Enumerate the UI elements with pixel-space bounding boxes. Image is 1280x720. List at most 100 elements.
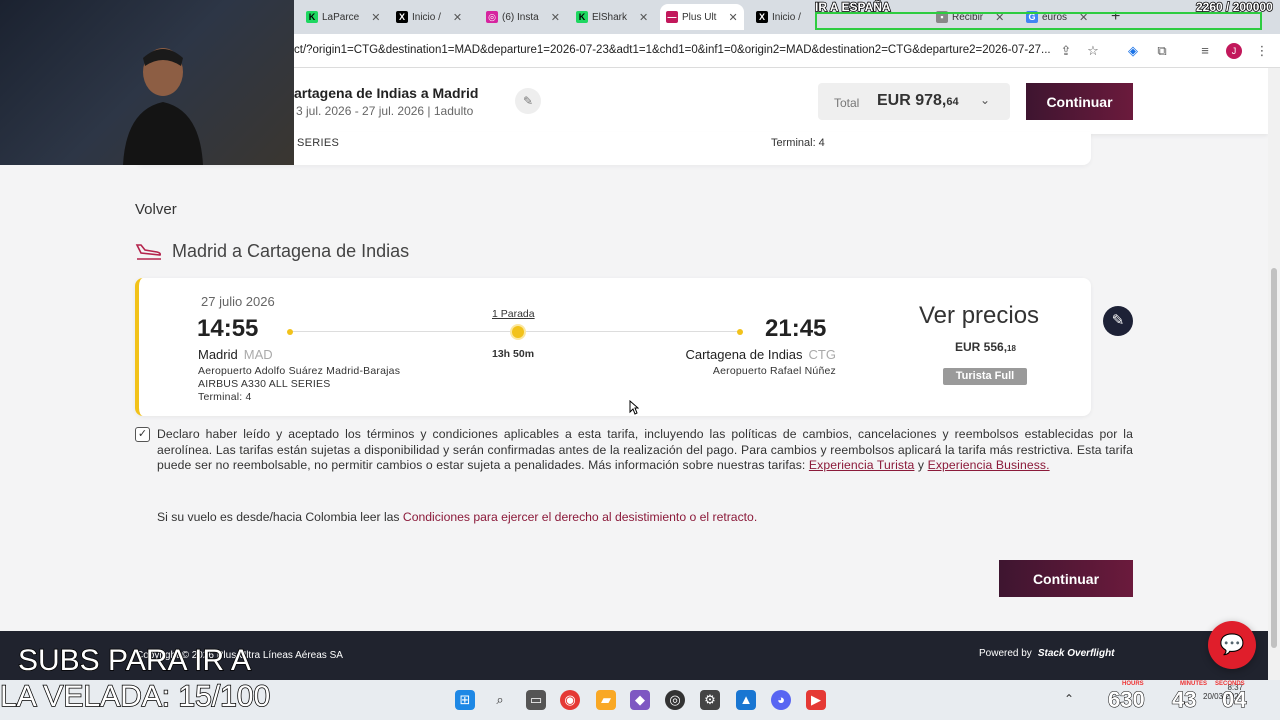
departure-time: 14:55 [197,315,259,342]
tab-label: Plus Ult [682,11,717,23]
fare-badge: Turista Full [943,368,1027,385]
chat-support-icon[interactable]: 💬 [1208,621,1256,669]
powered-brand: Stack Overflight [1037,648,1115,659]
departure-terminal: Terminal: 4 [198,391,252,403]
flight-price: EUR 556,18 [955,340,1016,354]
departure-code: MAD [243,347,273,362]
task-view-icon[interactable]: ▭ [526,690,546,710]
discord-icon[interactable]: ◕ [771,690,791,710]
chrome-icon[interactable]: ◉ [560,690,580,710]
obs-icon[interactable]: ◎ [665,690,685,710]
tab-label: Inicio / [772,11,801,23]
arrival-code: CTG [808,347,836,362]
return-flight-card[interactable]: 27 julio 2026 14:55 21:45 Madrid MAD Cart… [135,278,1091,416]
stops-link[interactable]: 1 Parada [492,308,535,320]
browser-tab[interactable]: X Inicio / ✕ [390,4,468,30]
media-control-icon[interactable]: ≡ [1197,43,1213,59]
hours-counter: 630 [1108,687,1146,713]
total-price-dropdown[interactable]: Total EUR 978,64 ⌄ [818,83,1010,120]
total-amount-main: EUR 978, [877,92,947,109]
route-dates: 3 jul. 2026 - 27 jul. 2026 | 1adulto [296,104,474,118]
settings-gear-icon[interactable]: ⚙ [700,690,720,710]
tab-label: LaParce [322,11,360,23]
plus-ultra-icon: — [666,11,678,23]
colombia-text: Si su vuelo es desde/hacia Colombia leer… [157,510,403,524]
page-scrollbar[interactable] [1268,68,1280,680]
departure-airport: Aeropuerto Adolfo Suárez Madrid-Barajas [198,365,401,377]
terms-text: Declaro haber leído y aceptado los térmi… [157,427,1133,474]
close-icon[interactable]: ✕ [371,11,380,24]
tab-label: (6) Insta [502,11,539,23]
continue-button-bottom[interactable]: Continuar [999,560,1133,597]
destination-dot [737,329,743,335]
instagram-icon: ◎ [486,11,498,23]
media-app-icon[interactable]: ▶ [806,690,826,710]
total-amount-cents: 64 [946,96,959,108]
app-icon[interactable]: ◆ [630,690,650,710]
total-label: Total [834,96,860,110]
stop-dot [512,326,524,338]
menu-kebab-icon[interactable]: ⋮ [1254,43,1270,59]
powered-by-label: Powered by [979,648,1032,659]
aircraft-partial: SERIES [297,137,340,149]
tab-label: ElShark [592,11,628,23]
terminal-partial: Terminal: 4 [771,137,825,149]
x-icon: X [396,11,408,23]
subs-goal-line1: SUBS PARA IR A [17,643,251,678]
kick-icon: K [576,11,588,23]
close-icon[interactable]: ✕ [639,11,648,24]
turista-experience-link[interactable]: Experiencia Turista [809,458,915,472]
puzzle-icon[interactable]: ⧉ [1154,43,1170,59]
search-icon[interactable]: ⌕ [490,690,510,710]
continue-button[interactable]: Continuar [1026,83,1133,120]
bookmark-star-icon[interactable]: ☆ [1085,43,1101,59]
profile-avatar[interactable]: J [1226,43,1242,59]
departure-city: Madrid MAD [198,347,273,362]
flight-date: 27 julio 2026 [201,294,275,309]
flight-price-main: EUR 556, [955,340,1008,354]
extension-icon[interactable]: ◈ [1125,43,1141,59]
arrival-time: 21:45 [765,315,827,342]
close-icon[interactable]: ✕ [728,11,737,24]
subs-goal-line2: LA VELADA: 15/100 [0,679,271,714]
total-amount: EUR 978,64 [877,92,959,110]
file-explorer-icon[interactable]: ▰ [596,690,616,710]
close-icon[interactable]: ✕ [551,11,560,24]
arrival-city-name: Cartagena de Indias [685,347,803,362]
colombia-notice: Si su vuelo es desde/hacia Colombia leer… [157,510,757,524]
edit-search-icon[interactable]: ✎ [515,88,541,114]
browser-tab[interactable]: K ElShark ✕ [570,4,654,30]
minutes-counter: 43 [1171,687,1197,713]
windows-start-icon[interactable]: ⊞ [455,690,475,710]
seconds-counter: 04 [1221,687,1247,713]
route-title: artagena de Indias a Madrid [294,85,479,101]
scroll-thumb[interactable] [1271,268,1277,648]
install-app-icon[interactable]: ⇪ [1058,43,1074,59]
terms-checkbox[interactable]: ✓ [135,427,150,442]
edit-flight-icon[interactable]: ✎ [1103,306,1133,336]
browser-tab[interactable]: X Inicio / [750,4,807,30]
url-field[interactable]: ct/?origin1=CTG&destination1=MAD&departu… [294,44,1054,56]
x-icon: X [756,11,768,23]
photos-icon[interactable]: ▲ [736,690,756,710]
back-link[interactable]: Volver [135,201,177,218]
arrival-city: Cartagena de Indias CTG [685,347,836,362]
browser-tab[interactable]: K LaParce ✕ [300,4,386,30]
business-experience-link[interactable]: Experiencia Business. [928,458,1050,472]
kick-icon: K [306,11,318,23]
flight-duration: 13h 50m [492,348,535,360]
arrival-airport: Aeropuerto Rafael Núñez [712,365,836,377]
mouse-cursor-icon [629,400,639,415]
flight-price-cents: 18 [1007,344,1016,353]
tab-label: Inicio / [412,11,441,23]
close-icon[interactable]: ✕ [453,11,462,24]
aircraft-type: AIRBUS A330 ALL SERIES [198,378,331,390]
chevron-down-icon: ⌄ [980,93,991,107]
tray-chevron-icon[interactable]: ⌃ [1064,692,1074,706]
withdrawal-conditions-link[interactable]: Condiciones para ejercer el derecho al d… [403,510,757,524]
browser-tab-active[interactable]: — Plus Ult ✕ [660,4,744,30]
return-section-title: Madrid a Cartagena de Indias [172,241,410,261]
see-prices-label[interactable]: Ver precios [919,302,1039,330]
goal-progress-bar [815,12,1262,30]
browser-tab[interactable]: ◎ (6) Insta ✕ [480,4,566,30]
